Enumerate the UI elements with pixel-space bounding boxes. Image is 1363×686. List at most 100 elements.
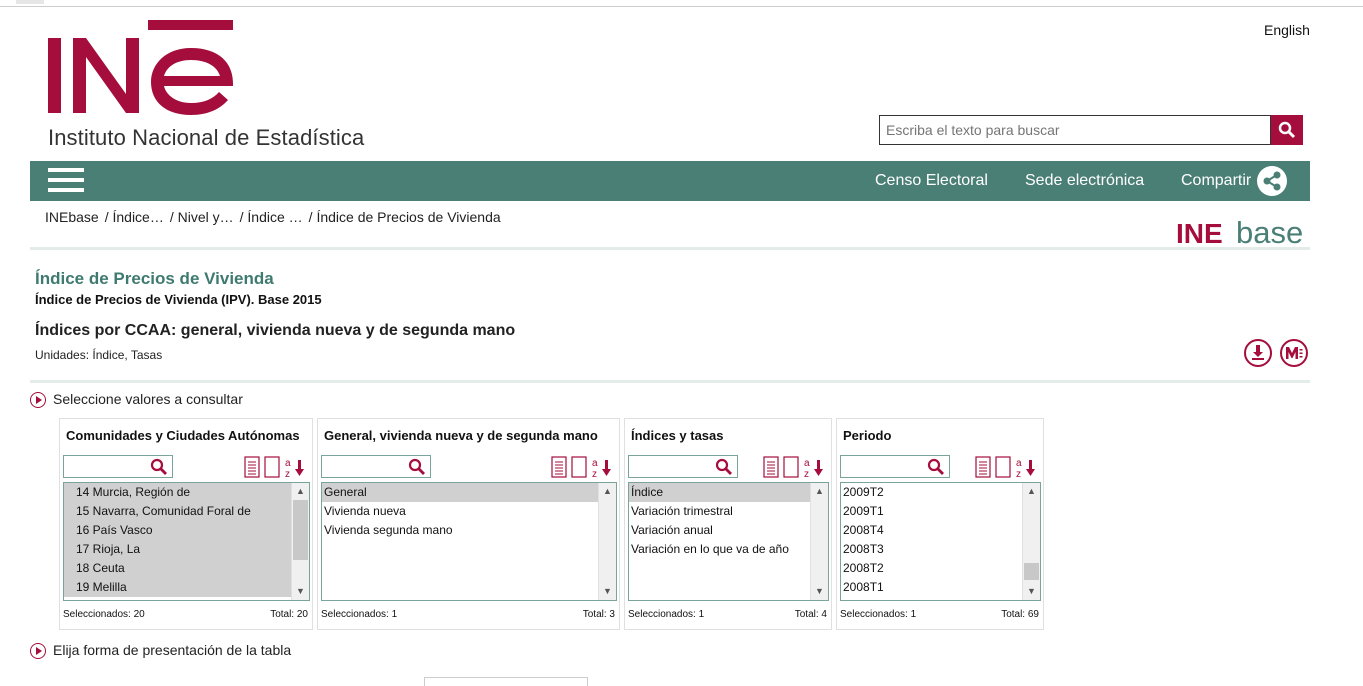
search-button[interactable] — [1271, 115, 1303, 145]
search-bar — [879, 115, 1303, 145]
breadcrumb-item[interactable]: INEbase — [45, 209, 99, 225]
selected-count: Seleccionados: 1 — [628, 609, 705, 620]
list-item[interactable]: Variación trimestral — [629, 502, 828, 521]
org-name: Instituto Nacional de Estadística — [48, 125, 365, 150]
select-all-and-sort-icons[interactable]: az — [975, 456, 1039, 482]
list-item[interactable]: Vivienda nueva — [322, 502, 616, 521]
scroll-up-icon[interactable]: ▲ — [1023, 483, 1040, 500]
scroll-down-icon[interactable]: ▼ — [292, 583, 309, 600]
svg-text:z: z — [285, 469, 290, 478]
scroll-up-icon[interactable]: ▲ — [599, 483, 616, 500]
inebase-logo[interactable]: INE base — [1176, 203, 1306, 247]
scroll-down-icon[interactable]: ▼ — [1023, 583, 1040, 600]
scroll-up-icon[interactable]: ▲ — [292, 483, 309, 500]
list-item[interactable]: 19 Melilla — [64, 578, 309, 597]
panel-indices-tasas: Índices y tasas a z Índice Variación trimest… — [624, 418, 832, 630]
list-item[interactable]: 14 Murcia, Región de — [64, 483, 309, 502]
list-item[interactable]: 17 Rioja, La — [64, 540, 309, 559]
breadcrumb-item[interactable]: / Índice … — [240, 209, 303, 225]
panel-tools: az — [244, 456, 308, 480]
total-count: Total: 4 — [794, 609, 827, 620]
panel-list[interactable]: 2009T2 2009T1 2008T4 2008T3 2008T2 2008T1 ▲ ▼ — [840, 482, 1041, 601]
breadcrumb-current: / Índice de Precios de Vivienda — [308, 209, 501, 225]
scroll-down-icon[interactable]: ▼ — [811, 583, 828, 600]
list-item[interactable]: Variación anual — [629, 521, 828, 540]
list-item[interactable]: 16 País Vasco — [64, 521, 309, 540]
scrollbar[interactable]: ▲ ▼ — [598, 483, 616, 600]
select-values-section[interactable]: Seleccione valores a consultar — [30, 391, 243, 409]
expand-arrow-icon — [30, 643, 46, 660]
panel-general-vivienda: General, vivienda nueva y de segunda man… — [317, 418, 620, 630]
ine-logo[interactable] — [48, 20, 238, 115]
panel-filter-input[interactable] — [321, 455, 431, 478]
nav-censo-electoral[interactable]: Censo Electoral — [875, 172, 988, 190]
panel-header: General, vivienda nueva y de segunda man… — [324, 428, 598, 443]
divider — [30, 247, 1310, 250]
list-item[interactable]: 18 Ceuta — [64, 559, 309, 578]
panel-header: Índices y tasas — [631, 428, 724, 443]
nav-compartir[interactable]: Compartir — [1181, 172, 1251, 190]
download-icon[interactable] — [1244, 339, 1272, 367]
list-item[interactable]: 2008T4 — [841, 521, 1040, 540]
total-count: Total: 3 — [582, 609, 615, 620]
search-icon[interactable] — [150, 458, 168, 476]
panel-filter-input[interactable] — [63, 455, 173, 478]
selected-count: Seleccionados: 20 — [63, 609, 145, 620]
scrollbar[interactable]: ▲ ▼ — [810, 483, 828, 600]
scroll-thumb[interactable] — [1024, 563, 1039, 580]
panel-tools: az — [975, 456, 1039, 480]
svg-text:a: a — [804, 458, 810, 469]
list-item[interactable]: 2009T1 — [841, 502, 1040, 521]
list-item[interactable]: 2008T2 — [841, 559, 1040, 578]
selected-count: Seleccionados: 1 — [840, 609, 917, 620]
search-input[interactable] — [879, 115, 1271, 145]
browser-top-edge — [0, 0, 1363, 7]
scroll-thumb[interactable] — [293, 500, 308, 560]
panel-filter-input[interactable] — [840, 455, 950, 478]
list-item[interactable]: 2008T3 — [841, 540, 1040, 559]
svg-text:a: a — [285, 458, 291, 469]
list-item[interactable]: Vivienda segunda mano — [322, 521, 616, 540]
panel-list[interactable]: Índice Variación trimestral Variación anua… — [628, 482, 829, 601]
panel-comunidades: Comunidades y Ciudades Autónomas a z 14 Mur… — [59, 418, 313, 630]
breadcrumb-item[interactable]: / Nivel y… — [170, 209, 234, 225]
units-label: Unidades: Índice, Tasas — [35, 348, 163, 362]
scrollbar[interactable]: ▲ ▼ — [1022, 483, 1040, 600]
scroll-up-icon[interactable]: ▲ — [811, 483, 828, 500]
svg-text:a: a — [1016, 458, 1022, 469]
total-count: Total: 20 — [270, 609, 308, 620]
metadata-icon[interactable] — [1280, 339, 1308, 367]
panel-header: Periodo — [843, 428, 892, 443]
select-all-and-sort-icons[interactable]: az — [763, 456, 827, 482]
inebase-logo-ine: INE — [1176, 218, 1223, 247]
expand-arrow-icon — [30, 392, 46, 409]
select-all-and-sort-icons[interactable]: az — [551, 456, 615, 482]
nav-sede-electronica[interactable]: Sede electrónica — [1025, 172, 1144, 190]
operation-title: Índice de Precios de Vivienda (IPV). Bas… — [35, 292, 322, 307]
list-item[interactable]: Variación en lo que va de año — [629, 540, 828, 559]
scrollbar[interactable]: ▲ ▼ — [291, 483, 309, 600]
scroll-down-icon[interactable]: ▼ — [599, 583, 616, 600]
panel-list[interactable]: 14 Murcia, Región de 15 Navarra, Comunida… — [63, 482, 310, 601]
presentation-section[interactable]: Elija forma de presentación de la tabla — [30, 642, 291, 660]
search-icon[interactable] — [408, 458, 426, 476]
list-item[interactable]: 2009T2 — [841, 483, 1040, 502]
language-link-english[interactable]: English — [1264, 22, 1310, 38]
search-icon[interactable] — [715, 458, 733, 476]
list-item[interactable]: 2008T1 — [841, 578, 1040, 597]
svg-text:z: z — [804, 469, 809, 478]
list-item[interactable]: General — [322, 483, 616, 502]
share-icon[interactable] — [1257, 166, 1287, 196]
select-all-and-sort-icons[interactable]: az — [244, 456, 308, 482]
panel-tools: az — [551, 456, 615, 480]
list-item[interactable]: Índice — [629, 483, 828, 502]
list-item[interactable]: 15 Navarra, Comunidad Foral de — [64, 502, 309, 521]
panel-list[interactable]: General Vivienda nueva Vivienda segunda ma… — [321, 482, 617, 601]
section-title[interactable]: Índice de Precios de Vivienda — [35, 269, 274, 289]
menu-icon[interactable] — [48, 168, 84, 194]
search-icon[interactable] — [927, 458, 945, 476]
panel-filter-input[interactable] — [628, 455, 738, 478]
breadcrumb: INEbase / Índice… / Nivel y… / Índice … / Ín… — [45, 209, 507, 225]
breadcrumb-item[interactable]: / Índice… — [105, 209, 164, 225]
table-title: Índices por CCAA: general, vivienda nuev… — [35, 322, 516, 339]
